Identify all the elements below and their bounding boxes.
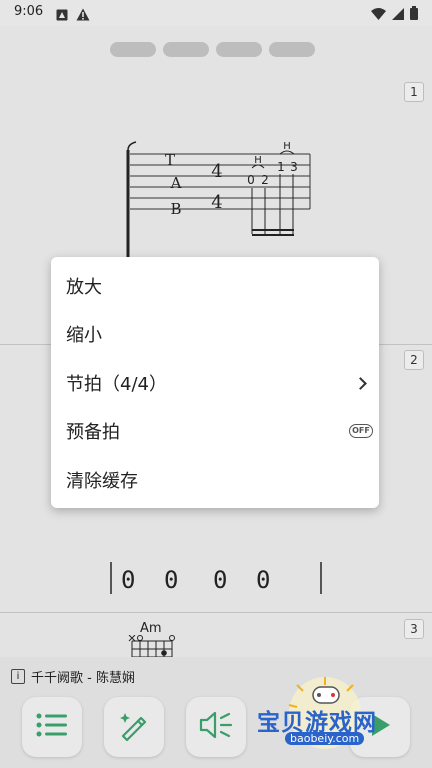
menu-item-label: 清除缓存 xyxy=(66,471,138,492)
time-signature-bottom: 4 xyxy=(211,192,222,213)
page-number-badge: 3 xyxy=(404,619,424,639)
time-signature-top: 4 xyxy=(211,161,222,182)
warning-icon xyxy=(76,6,90,25)
page-indicator-segment[interactable] xyxy=(216,42,262,57)
tab-letter: T xyxy=(165,151,175,169)
watermark-url: baobeiy.com xyxy=(285,732,365,745)
options-menu: 放大 缩小 节拍（4/4） 预备拍 OFF 清除缓存 xyxy=(51,257,379,508)
tab-staff-1: T A B 4 4 H H 0 2 1 3 xyxy=(126,141,311,260)
status-time: 9:06 xyxy=(14,4,44,19)
menu-item-time-signature[interactable]: 节拍（4/4） xyxy=(51,359,379,407)
volume-button[interactable] xyxy=(186,697,246,757)
song-title: 千千阙歌 - 陈慧娴 xyxy=(31,671,135,686)
now-playing: i 千千阙歌 - 陈慧娴 xyxy=(11,667,135,686)
wifi-icon xyxy=(371,5,386,24)
menu-item-count-in[interactable]: 预备拍 OFF xyxy=(51,407,379,455)
chord-name: Am xyxy=(140,621,162,636)
count-in-toggle[interactable]: OFF xyxy=(349,424,373,438)
menu-item-label: 缩小 xyxy=(66,325,102,346)
beat-count: 0 xyxy=(121,566,136,594)
menu-item-clear-cache[interactable]: 清除缓存 xyxy=(51,456,379,504)
list-button[interactable] xyxy=(22,697,82,757)
sim-alert-icon xyxy=(56,6,68,25)
volume-icon xyxy=(198,710,234,744)
battery-icon xyxy=(410,5,418,24)
beat-count: 0 xyxy=(256,566,271,594)
fret-number: 2 xyxy=(261,173,269,187)
signal-icon xyxy=(392,5,404,24)
list-icon xyxy=(36,712,68,742)
fret-number: 1 xyxy=(277,160,285,174)
menu-item-zoom-in[interactable]: 放大 xyxy=(51,262,379,310)
magic-pen-icon xyxy=(117,708,151,746)
tab-letter: A xyxy=(170,174,182,192)
page-indicator[interactable] xyxy=(110,42,315,57)
status-bar: 9:06 xyxy=(0,0,432,26)
menu-item-zoom-out[interactable]: 缩小 xyxy=(51,310,379,358)
menu-item-label: 预备拍 xyxy=(66,422,120,443)
hammer-on-label: H xyxy=(283,141,291,152)
bar-line xyxy=(110,562,112,594)
watermark-logo: 宝贝游戏网 baobeiy.com xyxy=(255,675,405,755)
edit-button[interactable] xyxy=(104,697,164,757)
tab-letter: B xyxy=(170,200,181,218)
page-divider xyxy=(0,612,432,613)
fret-number: 0 xyxy=(247,173,255,187)
menu-item-label: 节拍（4/4） xyxy=(66,374,167,395)
menu-item-label: 放大 xyxy=(66,277,102,298)
beat-count: 0 xyxy=(213,566,228,594)
hammer-on-label: H xyxy=(254,155,262,166)
page-number-badge: 1 xyxy=(404,82,424,102)
chord-diagram xyxy=(128,635,175,659)
page-indicator-segment[interactable] xyxy=(163,42,209,57)
page-indicator-segment[interactable] xyxy=(269,42,315,57)
chevron-right-icon xyxy=(354,376,367,390)
page-indicator-segment[interactable] xyxy=(110,42,156,57)
beat-count: 0 xyxy=(164,566,179,594)
fret-number: 3 xyxy=(290,160,298,174)
page-number-badge: 2 xyxy=(404,350,424,370)
info-icon[interactable]: i xyxy=(11,669,25,684)
bar-line xyxy=(320,562,322,594)
